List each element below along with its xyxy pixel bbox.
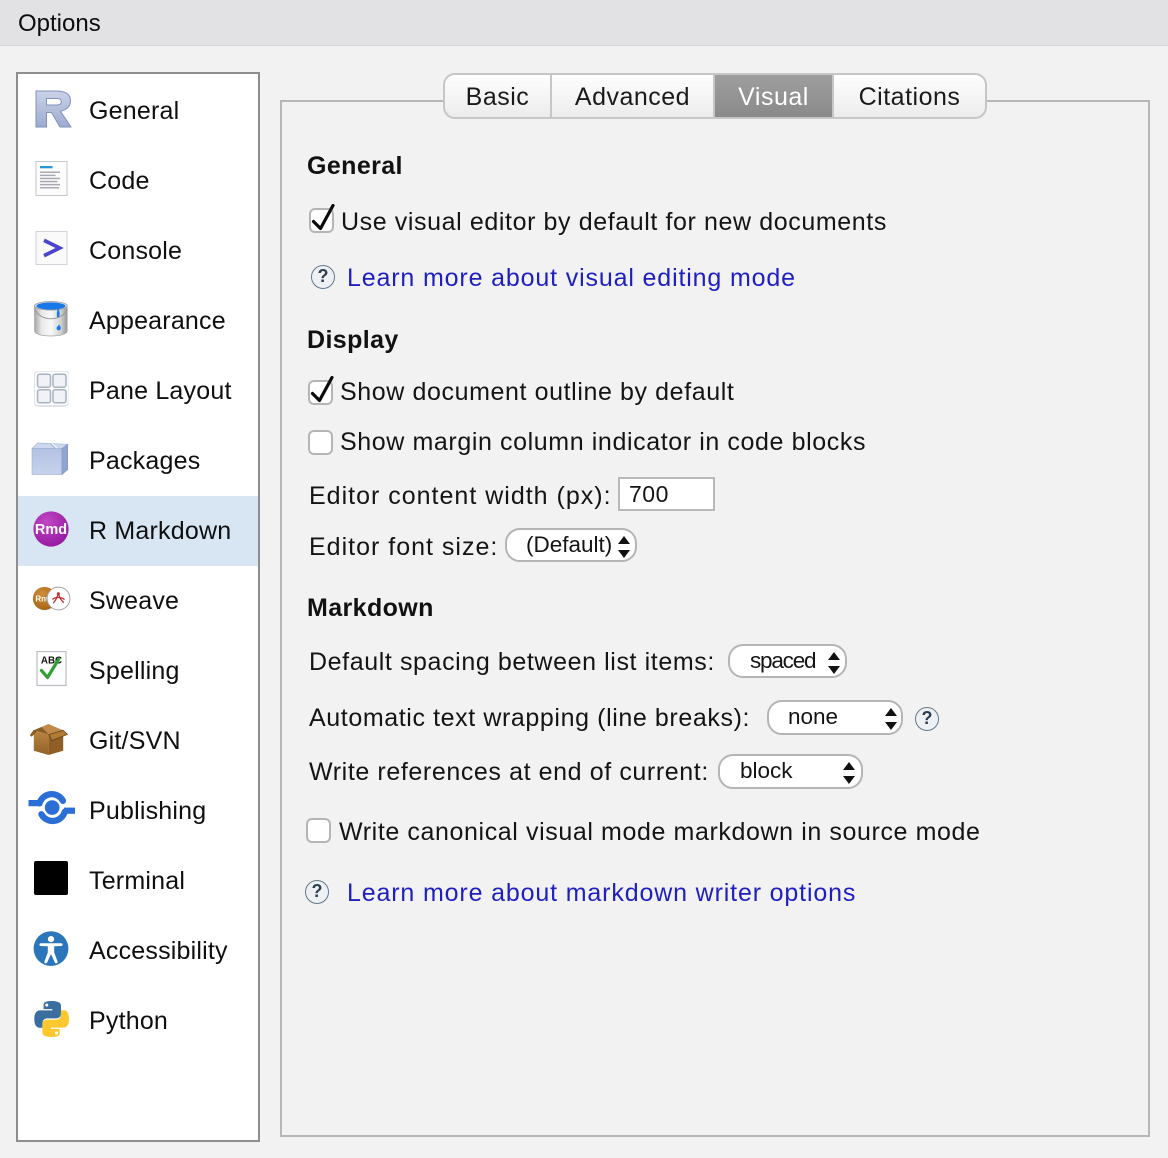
svg-text:Rmd: Rmd: [35, 522, 67, 538]
